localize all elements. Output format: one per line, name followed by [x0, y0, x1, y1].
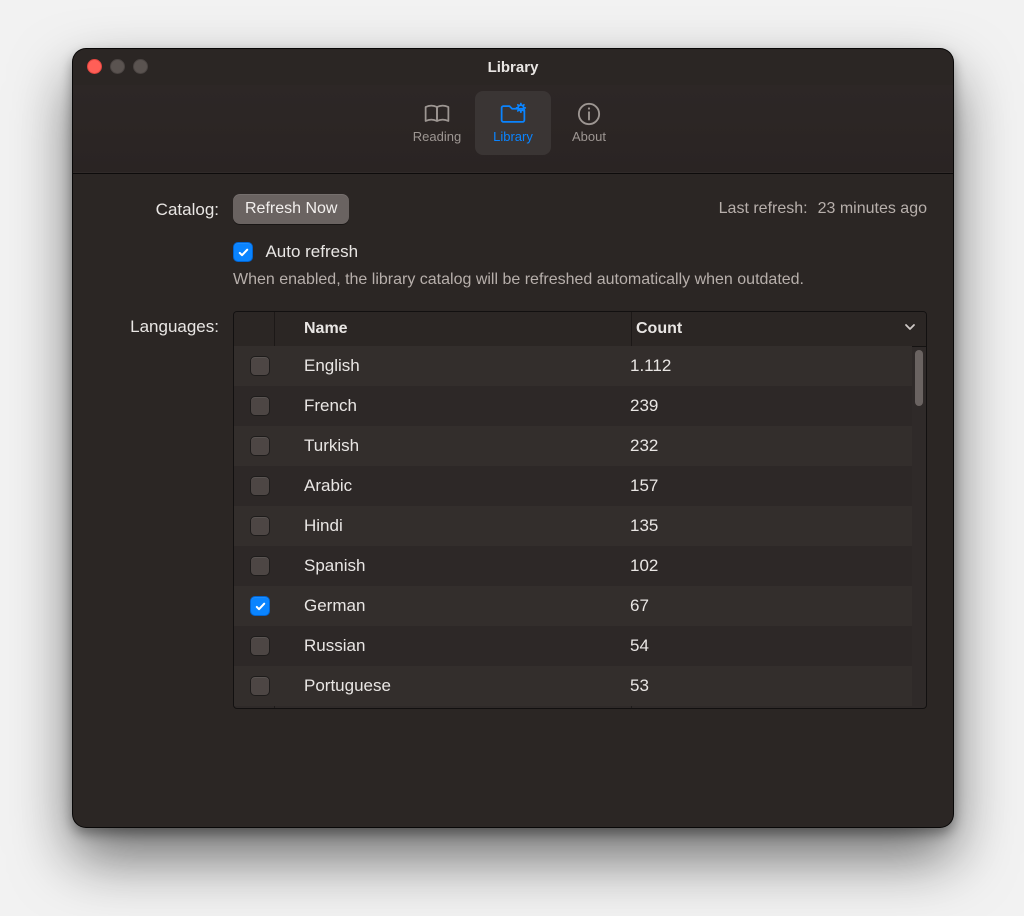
chevron-down-icon — [904, 320, 916, 338]
traffic-lights — [87, 59, 148, 74]
row-checkbox[interactable] — [250, 676, 270, 696]
row-checkbox-cell — [234, 636, 294, 656]
row-name: Turkish — [294, 436, 620, 456]
tab-label: Library — [493, 129, 533, 144]
row-count: 67 — [620, 596, 912, 616]
row-name: Russian — [294, 636, 620, 656]
table-body: English1.112French239Turkish232Arabic157… — [234, 346, 912, 708]
auto-refresh-row: Auto refresh — [233, 242, 927, 262]
preferences-toolbar: Reading Library — [73, 85, 953, 174]
languages-table: Name Count English1.112French239Turkish2… — [233, 311, 927, 709]
book-icon — [423, 103, 451, 125]
row-checkbox[interactable] — [250, 476, 270, 496]
languages-label: Languages: — [99, 311, 219, 337]
auto-refresh-label: Auto refresh — [265, 242, 358, 261]
scrollbar-thumb[interactable] — [915, 350, 923, 406]
titlebar: Library — [73, 49, 953, 85]
table-row[interactable]: French239 — [234, 386, 912, 426]
row-checkbox-cell — [234, 516, 294, 536]
row-count: 1.112 — [620, 356, 912, 376]
row-checkbox-cell — [234, 596, 294, 616]
row-checkbox-cell — [234, 356, 294, 376]
folder-gear-icon — [499, 103, 527, 125]
row-count: 135 — [620, 516, 912, 536]
auto-refresh-checkbox[interactable] — [233, 242, 253, 262]
auto-refresh-hint: When enabled, the library catalog will b… — [233, 268, 853, 291]
row-checkbox[interactable] — [250, 396, 270, 416]
row-count: 157 — [620, 476, 912, 496]
row-checkbox[interactable] — [250, 356, 270, 376]
column-count[interactable]: Count — [626, 320, 926, 338]
tab-reading[interactable]: Reading — [399, 91, 475, 155]
row-checkbox-cell — [234, 556, 294, 576]
table-row[interactable]: Hindi135 — [234, 506, 912, 546]
column-count-label: Count — [636, 320, 682, 338]
row-checkbox[interactable] — [250, 436, 270, 456]
refresh-now-button[interactable]: Refresh Now — [233, 194, 349, 224]
row-name: English — [294, 356, 620, 376]
tab-about[interactable]: About — [551, 91, 627, 155]
table-row[interactable]: German67 — [234, 586, 912, 626]
row-checkbox-cell — [234, 676, 294, 696]
row-checkbox[interactable] — [250, 636, 270, 656]
column-name[interactable]: Name — [294, 320, 626, 338]
last-refresh: Last refresh: 23 minutes ago — [719, 200, 927, 218]
row-count: 239 — [620, 396, 912, 416]
row-checkbox[interactable] — [250, 556, 270, 576]
tab-label: About — [572, 129, 606, 144]
row-name: Spanish — [294, 556, 620, 576]
window-title: Library — [488, 59, 539, 76]
table-row[interactable]: Portuguese53 — [234, 666, 912, 706]
row-name: Hindi — [294, 516, 620, 536]
row-checkbox-cell — [234, 436, 294, 456]
info-icon — [575, 103, 603, 125]
row-checkbox[interactable] — [250, 596, 270, 616]
minimize-window-button[interactable] — [110, 59, 125, 74]
table-row[interactable]: Spanish102 — [234, 546, 912, 586]
row-checkbox-cell — [234, 476, 294, 496]
row-count: 102 — [620, 556, 912, 576]
table-row[interactable]: Turkish232 — [234, 426, 912, 466]
catalog-label: Catalog: — [99, 194, 219, 220]
row-name: Arabic — [294, 476, 620, 496]
row-checkbox-cell — [234, 396, 294, 416]
table-row[interactable]: Arabic157 — [234, 466, 912, 506]
close-window-button[interactable] — [87, 59, 102, 74]
tab-library[interactable]: Library — [475, 91, 551, 155]
tab-label: Reading — [413, 129, 461, 144]
row-name: Portuguese — [294, 676, 620, 696]
table-row[interactable]: English1.112 — [234, 346, 912, 386]
row-checkbox[interactable] — [250, 516, 270, 536]
preferences-window: Library Reading — [72, 48, 954, 828]
row-name: French — [294, 396, 620, 416]
row-count: 54 — [620, 636, 912, 656]
table-header: Name Count — [234, 312, 926, 347]
row-count: 53 — [620, 676, 912, 696]
last-refresh-value: 23 minutes ago — [818, 200, 927, 218]
row-name: German — [294, 596, 620, 616]
table-row[interactable]: Russian54 — [234, 626, 912, 666]
row-count: 232 — [620, 436, 912, 456]
zoom-window-button[interactable] — [133, 59, 148, 74]
last-refresh-label: Last refresh: — [719, 200, 808, 218]
